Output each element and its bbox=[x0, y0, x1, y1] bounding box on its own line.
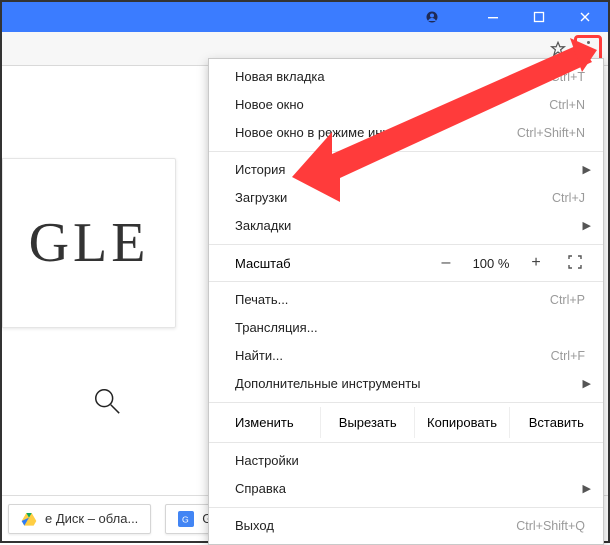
menu-item-find[interactable]: Найти... Ctrl+F bbox=[209, 342, 603, 370]
menu-accel: Ctrl+T bbox=[551, 68, 585, 86]
menu-label: Новое окно bbox=[235, 96, 549, 114]
menu-label: Дополнительные инструменты bbox=[235, 375, 585, 393]
edit-copy-button[interactable]: Копировать bbox=[414, 407, 508, 438]
menu-label: Трансляция... bbox=[235, 319, 585, 337]
menu-item-bookmarks[interactable]: Закладки ▶ bbox=[209, 212, 603, 240]
zoom-out-button[interactable]: – bbox=[431, 254, 461, 272]
menu-item-downloads[interactable]: Загрузки Ctrl+J bbox=[209, 184, 603, 212]
minimize-button[interactable] bbox=[470, 2, 516, 32]
edit-cut-button[interactable]: Вырезать bbox=[320, 407, 414, 438]
search-icon[interactable] bbox=[92, 386, 122, 416]
menu-label: Новое окно в режиме инкогнито bbox=[235, 124, 517, 142]
close-button[interactable] bbox=[562, 2, 608, 32]
chevron-right-icon: ▶ bbox=[583, 217, 591, 235]
menu-label: Настройки bbox=[235, 452, 585, 470]
menu-item-new-window[interactable]: Новое окно Ctrl+N bbox=[209, 91, 603, 119]
menu-item-new-tab[interactable]: Новая вкладка Ctrl+T bbox=[209, 63, 603, 91]
menu-label: Загрузки bbox=[235, 189, 552, 207]
window-titlebar bbox=[2, 2, 608, 32]
fullscreen-button[interactable] bbox=[561, 255, 589, 272]
menu-label: Справка bbox=[235, 480, 585, 498]
menu-item-edit-row: Изменить Вырезать Копировать Вставить bbox=[209, 407, 603, 438]
zoom-in-button[interactable]: + bbox=[521, 254, 551, 272]
menu-label: Новая вкладка bbox=[235, 68, 551, 86]
menu-item-history[interactable]: История ▶ bbox=[209, 156, 603, 184]
chrome-main-menu: Новая вкладка Ctrl+T Новое окно Ctrl+N Н… bbox=[208, 58, 604, 545]
doodle-text: GLE bbox=[29, 211, 150, 275]
edit-paste-button[interactable]: Вставить bbox=[509, 407, 603, 438]
shelf-tab-drive[interactable]: е Диск – обла... bbox=[8, 504, 151, 534]
menu-item-incognito[interactable]: Новое окно в режиме инкогнито Ctrl+Shift… bbox=[209, 119, 603, 147]
more-vertical-icon bbox=[587, 41, 590, 56]
chevron-right-icon: ▶ bbox=[583, 480, 591, 498]
menu-accel: Ctrl+N bbox=[549, 96, 585, 114]
menu-item-settings[interactable]: Настройки bbox=[209, 447, 603, 475]
menu-accel: Ctrl+Shift+Q bbox=[516, 517, 585, 535]
menu-accel: Ctrl+Shift+N bbox=[517, 124, 585, 142]
drive-icon bbox=[21, 511, 37, 527]
maximize-button[interactable] bbox=[516, 2, 562, 32]
menu-label: Масштаб bbox=[235, 256, 431, 271]
bookmark-star-icon[interactable] bbox=[548, 39, 568, 59]
menu-label: Найти... bbox=[235, 347, 551, 365]
svg-text:G: G bbox=[182, 514, 189, 524]
tab-label: е Диск – обла... bbox=[45, 511, 138, 526]
chevron-right-icon: ▶ bbox=[583, 161, 591, 179]
google-doodle[interactable]: GLE bbox=[2, 158, 176, 328]
menu-label: История bbox=[235, 161, 585, 179]
zoom-value: 100 % bbox=[463, 256, 519, 271]
menu-label: Печать... bbox=[235, 291, 550, 309]
edit-label: Изменить bbox=[209, 407, 320, 438]
menu-item-cast[interactable]: Трансляция... bbox=[209, 314, 603, 342]
profile-icon[interactable] bbox=[412, 2, 452, 32]
menu-accel: Ctrl+F bbox=[551, 347, 585, 365]
chevron-right-icon: ▶ bbox=[583, 375, 591, 393]
menu-label: Закладки bbox=[235, 217, 585, 235]
menu-item-zoom: Масштаб – 100 % + bbox=[209, 249, 603, 277]
menu-item-print[interactable]: Печать... Ctrl+P bbox=[209, 286, 603, 314]
menu-accel: Ctrl+P bbox=[550, 291, 585, 309]
menu-item-more-tools[interactable]: Дополнительные инструменты ▶ bbox=[209, 370, 603, 398]
menu-label: Выход bbox=[235, 517, 516, 535]
menu-item-exit[interactable]: Выход Ctrl+Shift+Q bbox=[209, 512, 603, 540]
translate-icon: G bbox=[178, 511, 194, 527]
menu-accel: Ctrl+J bbox=[552, 189, 585, 207]
menu-item-help[interactable]: Справка ▶ bbox=[209, 475, 603, 503]
